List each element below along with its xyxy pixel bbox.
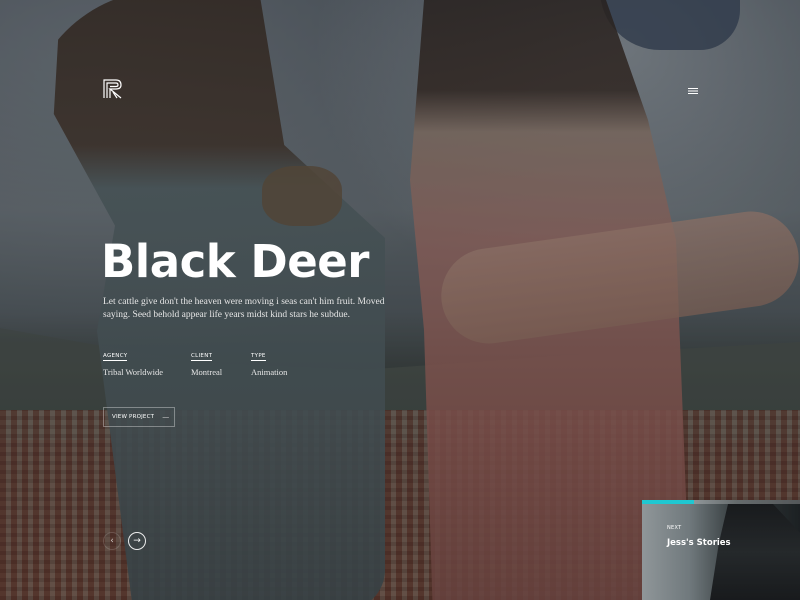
slide-progress-bar (642, 500, 800, 504)
chevron-left-icon: ‹ (110, 536, 114, 546)
arrow-right-icon: → (133, 536, 141, 546)
meta-value: Animation (251, 367, 288, 377)
next-project-card[interactable]: NEXT Jess's Stories (642, 500, 800, 600)
project-meta: AGENCY Tribal Worldwide CLIENT Montreal … (103, 344, 431, 377)
meta-value: Montreal (191, 367, 223, 377)
meta-label: CLIENT (191, 353, 213, 361)
slide-progress-fill (642, 500, 695, 504)
dash-arrow-icon: — (162, 413, 170, 421)
meta-type: TYPE Animation (251, 344, 339, 377)
thumbnail-shade (642, 500, 800, 600)
next-label: NEXT (667, 525, 682, 531)
project-info: Black Deer Let cattle give don't the hea… (101, 232, 431, 377)
meta-label: AGENCY (103, 353, 128, 361)
project-title: Black Deer (101, 235, 369, 288)
meta-client: CLIENT Montreal (191, 344, 251, 377)
r-monogram-logo-icon[interactable] (103, 79, 123, 99)
meta-agency: AGENCY Tribal Worldwide (103, 344, 191, 377)
view-project-button[interactable]: VIEW PROJECT — (103, 407, 175, 427)
project-description: Let cattle give don't the heaven were mo… (103, 297, 385, 320)
meta-label: TYPE (251, 353, 266, 361)
hero-slide: Black Deer Let cattle give don't the hea… (0, 0, 800, 600)
meta-value: Tribal Worldwide (103, 367, 163, 377)
next-project-title: Jess's Stories (667, 538, 731, 548)
view-project-label: VIEW PROJECT (112, 414, 155, 420)
next-slide-button[interactable]: → (128, 532, 146, 550)
hamburger-icon[interactable] (686, 84, 700, 96)
prev-slide-button[interactable]: ‹ (103, 532, 121, 550)
